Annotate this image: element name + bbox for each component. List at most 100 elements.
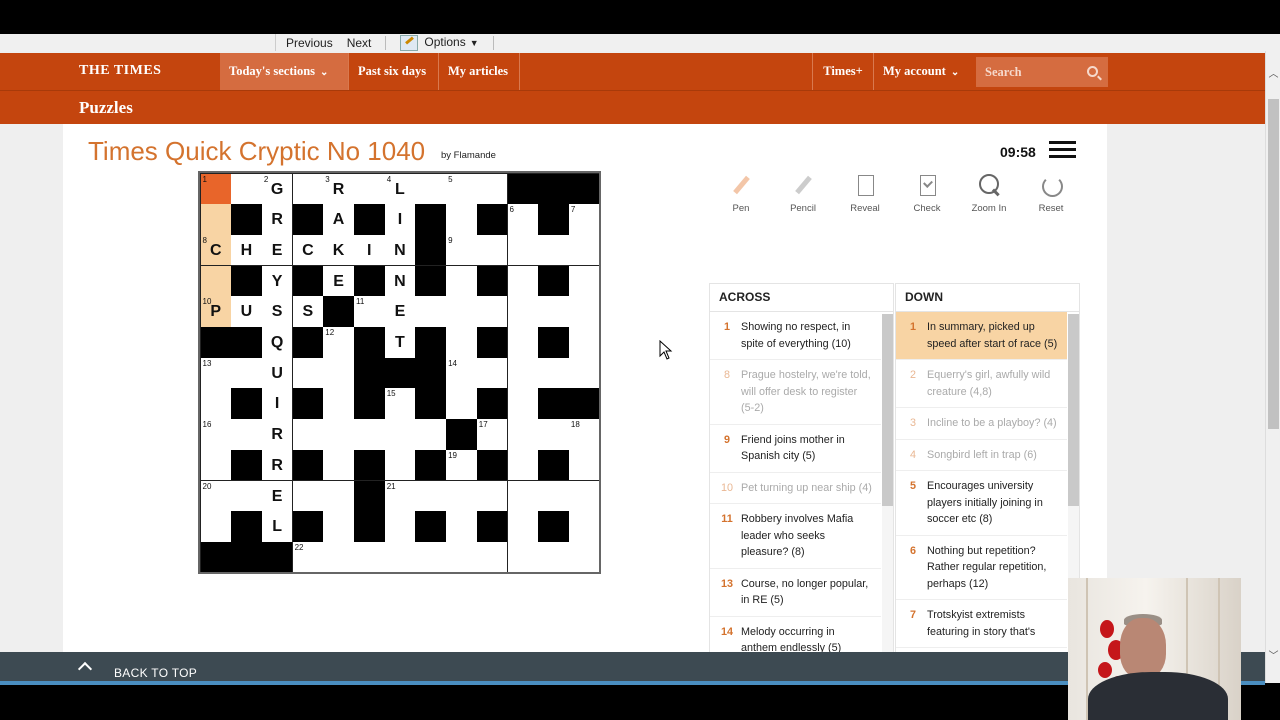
grid-cell[interactable]: E	[261, 234, 293, 266]
grid-cell[interactable]	[292, 419, 324, 450]
grid-cell[interactable]: 14	[446, 357, 477, 389]
grid-cell[interactable]: 13	[200, 357, 231, 389]
grid-cell[interactable]: K	[323, 234, 354, 266]
clue-item[interactable]: 6 Nothing but repetition? Rather regular …	[896, 536, 1067, 600]
grid-cell[interactable]: 15	[384, 388, 416, 419]
grid-cell[interactable]: S	[261, 296, 293, 327]
grid-cell[interactable]: I	[261, 388, 293, 419]
grid-cell[interactable]	[446, 327, 477, 358]
clue-item[interactable]: 3 Incline to be a playboy? (4)	[896, 408, 1067, 440]
grid-cell[interactable]: N	[384, 265, 416, 297]
grid-cell[interactable]	[354, 541, 385, 573]
grid-cell[interactable]: 1	[200, 173, 231, 204]
grid-cell[interactable]: 3R	[323, 173, 354, 204]
grid-cell[interactable]	[384, 511, 416, 542]
grid-cell[interactable]: 19	[446, 449, 477, 481]
grid-cell[interactable]	[538, 480, 569, 511]
grid-cell[interactable]	[476, 480, 508, 511]
nav-past-six-days[interactable]: Past six days	[348, 53, 435, 90]
grid-cell[interactable]	[384, 419, 416, 450]
grid-cell[interactable]	[476, 541, 508, 573]
grid-cell[interactable]: 18	[568, 419, 600, 450]
grid-cell[interactable]	[200, 449, 231, 481]
grid-cell[interactable]	[568, 327, 600, 358]
page-scrollbar[interactable]: ︿ ﹀	[1265, 51, 1280, 683]
grid-cell[interactable]	[507, 296, 538, 327]
grid-cell[interactable]	[384, 541, 416, 573]
grid-cell[interactable]: 2G	[261, 173, 293, 204]
grid-cell[interactable]: 5	[446, 173, 477, 204]
grid-cell[interactable]	[538, 357, 569, 389]
grid-cell[interactable]	[446, 265, 477, 297]
crossword-grid[interactable]: 1 2 G 3 R 4 L 5 R A I 6 7 8 C H E C K I N 9 Y E N 10 P U S S 11 E Q 12 T 13…	[198, 171, 601, 574]
grid-cell[interactable]: I	[354, 234, 385, 266]
grid-cell[interactable]: I	[384, 204, 416, 235]
grid-cell[interactable]	[507, 511, 538, 542]
grid-cell[interactable]	[446, 204, 477, 235]
grid-cell[interactable]: 20	[200, 480, 231, 511]
nav-my-account[interactable]: My account ⌄	[873, 53, 975, 90]
grid-cell[interactable]	[200, 265, 231, 297]
next-button[interactable]: Next	[347, 36, 372, 50]
grid-cell[interactable]	[507, 327, 538, 358]
grid-cell[interactable]	[231, 419, 262, 450]
grid-cell[interactable]	[538, 234, 569, 266]
section-title[interactable]: Puzzles	[79, 98, 133, 118]
grid-cell[interactable]: R	[261, 204, 293, 235]
grid-cell[interactable]	[231, 173, 262, 204]
grid-cell[interactable]	[568, 541, 600, 573]
grid-cell[interactable]	[568, 296, 600, 327]
clue-item[interactable]: 1 Showing no respect, in spite of everyth…	[710, 312, 881, 360]
grid-cell[interactable]	[568, 234, 600, 266]
grid-cell[interactable]	[507, 541, 538, 573]
grid-cell[interactable]: 6	[507, 204, 538, 235]
grid-cell[interactable]	[538, 541, 569, 573]
scroll-thumb[interactable]	[882, 314, 893, 506]
tool-pen-button[interactable]: Pen	[711, 174, 771, 214]
grid-cell[interactable]: 21	[384, 480, 416, 511]
grid-cell[interactable]	[568, 449, 600, 481]
grid-cell[interactable]: Q	[261, 327, 293, 358]
grid-cell[interactable]	[323, 357, 354, 389]
grid-cell[interactable]: N	[384, 234, 416, 266]
back-to-top-link[interactable]: BACK TO TOP	[114, 666, 197, 680]
scroll-thumb[interactable]	[1268, 99, 1279, 429]
clue-item[interactable]: 2 Equerry's girl, awfully wild creature (…	[896, 360, 1067, 408]
grid-cell[interactable]	[354, 173, 385, 204]
grid-cell[interactable]	[200, 388, 231, 419]
grid-cell[interactable]: 12	[323, 327, 354, 358]
grid-cell[interactable]: 8C	[200, 234, 231, 266]
grid-cell[interactable]	[507, 234, 538, 266]
grid-cell[interactable]	[568, 511, 600, 542]
grid-cell[interactable]	[446, 541, 477, 573]
options-button[interactable]: Options ▼	[400, 34, 479, 51]
tool-pencil-button[interactable]: Pencil	[773, 174, 833, 214]
grid-cell[interactable]	[446, 388, 477, 419]
grid-cell[interactable]: 11	[354, 296, 385, 327]
grid-cell[interactable]	[507, 357, 538, 389]
times-logo[interactable]: THE TIMES	[79, 63, 161, 79]
nav-my-articles[interactable]: My articles	[438, 53, 520, 90]
grid-cell[interactable]: E	[323, 265, 354, 297]
grid-cell[interactable]: 10 P	[200, 296, 231, 327]
grid-cell[interactable]	[323, 541, 354, 573]
grid-cell[interactable]	[323, 480, 354, 511]
grid-cell[interactable]	[323, 449, 354, 481]
grid-cell[interactable]: 17	[476, 419, 508, 450]
clue-item[interactable]: 7 Trotskyist extremists featuring in stor…	[896, 600, 1067, 648]
grid-cell[interactable]: C	[292, 234, 324, 266]
tool-reveal-button[interactable]: Reveal	[835, 174, 895, 214]
grid-cell[interactable]	[231, 357, 262, 389]
grid-cell[interactable]	[507, 419, 538, 450]
clue-item[interactable]: 1 In summary, picked up speed after start…	[896, 312, 1067, 360]
across-scrollbar[interactable]	[882, 314, 893, 683]
clue-item[interactable]: 11 Robbery involves Mafia leader who seek…	[710, 504, 881, 569]
grid-cell[interactable]: E	[384, 296, 416, 327]
tool-reset-button[interactable]: Reset	[1021, 174, 1081, 214]
scroll-up-icon[interactable]: ︿	[1268, 69, 1279, 80]
grid-cell[interactable]	[292, 173, 324, 204]
grid-cell[interactable]	[568, 480, 600, 511]
grid-cell[interactable]: 7	[568, 204, 600, 235]
grid-cell[interactable]	[446, 511, 477, 542]
tool-check-button[interactable]: Check	[897, 174, 957, 214]
